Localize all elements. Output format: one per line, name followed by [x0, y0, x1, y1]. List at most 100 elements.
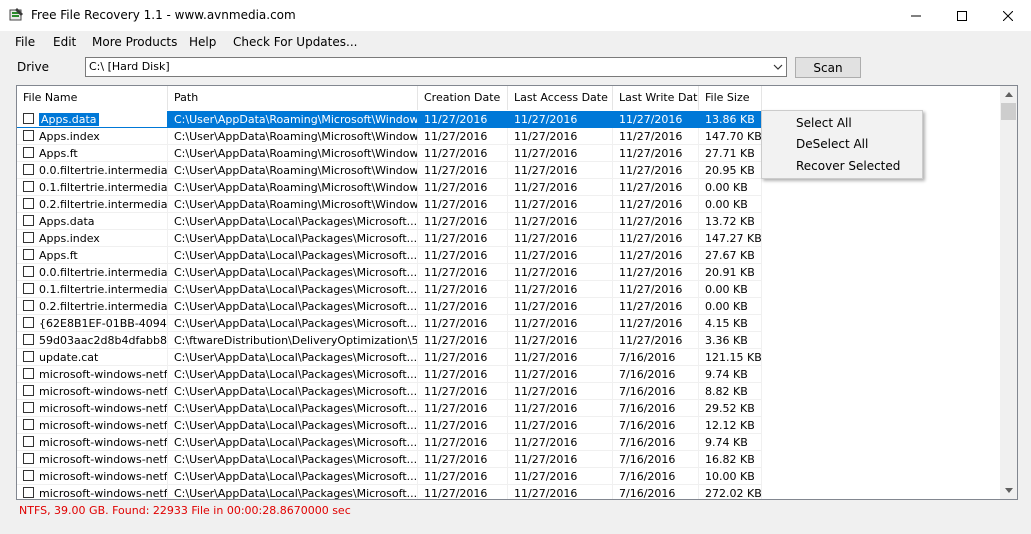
table-row[interactable]: Apps.ft C:\User\AppData\Local\Packages\Mi… — [17, 247, 1001, 264]
cell-path: C:\User\AppData\Local\Packages\Microsoft… — [168, 315, 418, 332]
table-row[interactable]: Apps.data C:\User\AppData\Local\Packages\… — [17, 213, 1001, 230]
table-row[interactable]: 0.0.filtertrie.intermediate.txtC:\User\A… — [17, 264, 1001, 281]
row-checkbox[interactable] — [23, 215, 34, 226]
menu-bar: File Edit More Products Help Check For U… — [0, 31, 1031, 55]
row-checkbox[interactable] — [23, 113, 34, 124]
table-row[interactable]: microsoft-windows-netfx-...C:\User\AppDa… — [17, 366, 1001, 383]
table-row[interactable]: 0.2.filtertrie.intermediate.txtC:\User\A… — [17, 196, 1001, 213]
row-checkbox[interactable] — [23, 130, 34, 141]
context-recover-selected[interactable]: Recover Selected — [796, 159, 900, 173]
row-checkbox[interactable] — [23, 453, 34, 464]
chevron-down-icon[interactable] — [769, 58, 786, 76]
column-file-size[interactable]: File Size — [699, 86, 762, 110]
table-row[interactable]: microsoft-windows-netfx-...C:\User\AppDa… — [17, 451, 1001, 468]
row-checkbox[interactable] — [23, 249, 34, 260]
table-row[interactable]: 0.1.filtertrie.intermediate.txtC:\User\A… — [17, 179, 1001, 196]
scrollbar-thumb[interactable] — [1001, 103, 1016, 120]
cell-path: C:\User\AppData\Local\Packages\Microsoft… — [168, 417, 418, 434]
table-row[interactable]: 0.2.filtertrie.intermediate.txtC:\User\A… — [17, 298, 1001, 315]
table-row[interactable]: microsoft-windows-netfx-...C:\User\AppDa… — [17, 383, 1001, 400]
row-checkbox[interactable] — [23, 317, 34, 328]
cell-creation-date: 11/27/2016 — [418, 179, 508, 196]
cell-creation-date: 11/27/2016 — [418, 230, 508, 247]
table-row[interactable]: microsoft-windows-netfx-...C:\User\AppDa… — [17, 485, 1001, 499]
cell-last-access-date: 11/27/2016 — [508, 213, 613, 230]
row-checkbox[interactable] — [23, 266, 34, 277]
row-checkbox[interactable] — [23, 487, 34, 498]
scroll-up-icon[interactable] — [1000, 86, 1017, 103]
cell-last-write-date: 11/27/2016 — [613, 213, 699, 230]
menu-check-for-updates[interactable]: Check For Updates... — [233, 35, 357, 49]
table-row[interactable]: 59d03aac2d8b4dfabb83...C:\ftwareDistribu… — [17, 332, 1001, 349]
cell-file-name: 0.0.filtertrie.intermediate.txt — [17, 162, 168, 179]
row-checkbox[interactable] — [23, 436, 34, 447]
table-row[interactable]: microsoft-windows-netfx-...C:\User\AppDa… — [17, 417, 1001, 434]
file-name-text: microsoft-windows-netfx-... — [39, 385, 168, 398]
cell-file-name: Apps.index — [17, 230, 168, 247]
row-checkbox[interactable] — [23, 385, 34, 396]
table-row[interactable]: microsoft-windows-netfx-...C:\User\AppDa… — [17, 434, 1001, 451]
vertical-scrollbar[interactable] — [1000, 86, 1017, 499]
row-checkbox[interactable] — [23, 181, 34, 192]
cell-last-access-date: 11/27/2016 — [508, 400, 613, 417]
scroll-down-icon[interactable] — [1000, 482, 1017, 499]
table-row[interactable]: Apps.index C:\User\AppData\Local\Packages… — [17, 230, 1001, 247]
file-name-text: 0.0.filtertrie.intermediate.txt — [39, 266, 168, 279]
row-checkbox[interactable] — [23, 147, 34, 158]
cell-file-name: microsoft-windows-netfx-... — [17, 485, 168, 499]
menu-edit[interactable]: Edit — [53, 35, 76, 49]
file-name-text: update.cat — [39, 351, 99, 364]
context-select-all[interactable]: Select All — [796, 116, 852, 130]
cell-path: C:\User\AppData\Roaming\Microsoft\Window… — [168, 145, 418, 162]
table-row[interactable]: microsoft-windows-netfx-...C:\User\AppDa… — [17, 468, 1001, 485]
row-checkbox[interactable] — [23, 198, 34, 209]
minimize-button[interactable] — [893, 0, 939, 31]
column-last-write-date[interactable]: Last Write Date — [613, 86, 699, 110]
cell-path: C:\User\AppData\Local\Packages\Microsoft… — [168, 434, 418, 451]
row-checkbox[interactable] — [23, 164, 34, 175]
row-checkbox[interactable] — [23, 300, 34, 311]
row-checkbox[interactable] — [23, 232, 34, 243]
context-deselect-all[interactable]: DeSelect All — [796, 137, 868, 151]
close-button[interactable] — [985, 0, 1031, 31]
scan-button[interactable]: Scan — [795, 57, 861, 78]
row-checkbox[interactable] — [23, 334, 34, 345]
row-checkbox[interactable] — [23, 402, 34, 413]
row-checkbox[interactable] — [23, 470, 34, 481]
drive-select[interactable]: C:\ [Hard Disk] — [85, 57, 787, 77]
row-checkbox[interactable] — [23, 283, 34, 294]
menu-file[interactable]: File — [15, 35, 35, 49]
cell-path: C:\User\AppData\Roaming\Microsoft\Window… — [168, 196, 418, 213]
file-name-text: microsoft-windows-netfx-... — [39, 368, 168, 381]
cell-creation-date: 11/27/2016 — [418, 162, 508, 179]
drive-value: C:\ [Hard Disk] — [89, 60, 170, 73]
table-row[interactable]: update.cat C:\User\AppData\Local\Packages… — [17, 349, 1001, 366]
column-last-access-date[interactable]: Last Access Date — [508, 86, 613, 110]
cell-file-size: 27.71 KB — [699, 145, 762, 162]
cell-file-size: 0.00 KB — [699, 196, 762, 213]
table-row[interactable]: 0.1.filtertrie.intermediate.txtC:\User\A… — [17, 281, 1001, 298]
row-checkbox[interactable] — [23, 351, 34, 362]
list-header: File Name Path Creation Date Last Access… — [17, 86, 1001, 110]
cell-file-size: 20.91 KB — [699, 264, 762, 281]
cell-path: C:\User\AppData\Local\Packages\Microsoft… — [168, 451, 418, 468]
menu-more-products[interactable]: More Products — [92, 35, 177, 49]
table-row[interactable]: microsoft-windows-netfx-...C:\User\AppDa… — [17, 400, 1001, 417]
row-checkbox[interactable] — [23, 419, 34, 430]
cell-file-size: 13.72 KB — [699, 213, 762, 230]
maximize-button[interactable] — [939, 0, 985, 31]
cell-file-name: Apps.data — [17, 111, 168, 128]
cell-file-name: microsoft-windows-netfx-... — [17, 383, 168, 400]
column-path[interactable]: Path — [168, 86, 418, 110]
cell-path: C:\User\AppData\Local\Packages\Microsoft… — [168, 213, 418, 230]
column-creation-date[interactable]: Creation Date — [418, 86, 508, 110]
file-name-text: microsoft-windows-netfx-... — [39, 436, 168, 449]
column-file-name[interactable]: File Name — [17, 86, 168, 110]
table-row[interactable]: {62E8B1EF-01BB-4094-... C:\User\AppData\L… — [17, 315, 1001, 332]
title-bar: Free File Recovery 1.1 - www.avnmedia.co… — [0, 0, 1031, 31]
cell-path: C:\User\AppData\Local\Packages\Microsoft… — [168, 485, 418, 499]
file-name-text: Apps.ft — [39, 249, 78, 262]
menu-help[interactable]: Help — [189, 35, 216, 49]
cell-creation-date: 11/27/2016 — [418, 281, 508, 298]
row-checkbox[interactable] — [23, 368, 34, 379]
